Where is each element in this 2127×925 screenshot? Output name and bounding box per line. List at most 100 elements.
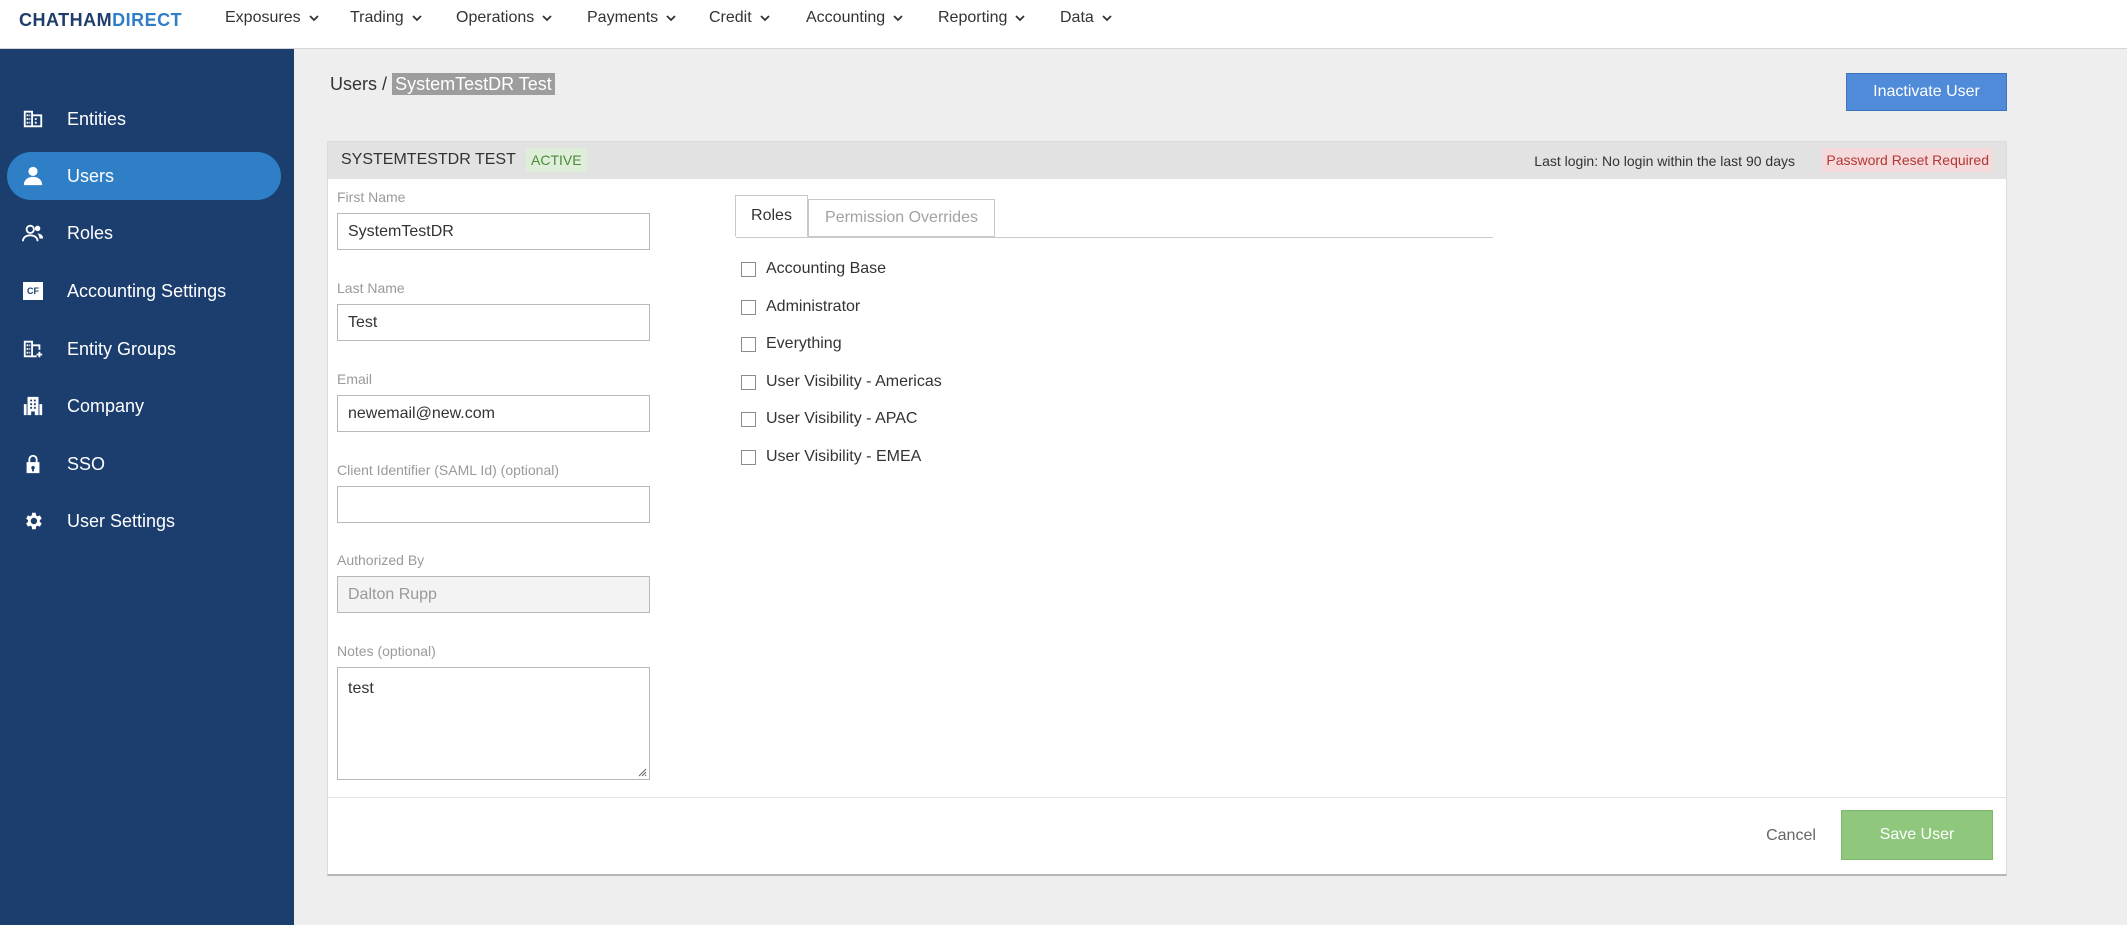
- first-name-label: First Name: [337, 189, 406, 205]
- sidebar-item-sso[interactable]: SSO: [7, 440, 281, 488]
- role-item-visibility-apac: User Visibility - APAC: [741, 410, 917, 428]
- save-user-button[interactable]: Save User: [1841, 810, 1993, 860]
- nav-credit-label: Credit: [709, 9, 752, 26]
- nav-credit[interactable]: Credit: [709, 9, 771, 27]
- nav-data-label: Data: [1060, 9, 1094, 26]
- last-login-text: Last login: No login within the last 90 …: [1534, 153, 1795, 169]
- nav-exposures[interactable]: Exposures: [225, 9, 320, 27]
- sidebar-item-label: User Settings: [67, 510, 176, 531]
- panel-header: SYSTEMTESTDR TEST ACTIVE Last login: No …: [328, 142, 2006, 179]
- brand-logo-part2: DIRECT: [112, 10, 183, 30]
- notes-label: Notes (optional): [337, 643, 436, 659]
- sidebar: Entities Users Roles CF Accounting Setti…: [0, 49, 294, 925]
- role-checkbox[interactable]: [741, 299, 756, 315]
- gear-icon: [21, 509, 45, 533]
- chevron-down-icon: [412, 15, 422, 22]
- lock-icon: [21, 452, 45, 476]
- people-icon: [21, 221, 45, 245]
- role-item-everything: Everything: [741, 335, 842, 353]
- cancel-button[interactable]: Cancel: [1746, 817, 1836, 855]
- sidebar-item-label: Company: [67, 395, 145, 416]
- resize-grip-icon[interactable]: [638, 768, 647, 777]
- nav-trading-label: Trading: [350, 9, 404, 26]
- brand-logo[interactable]: CHATHAMDIRECT: [19, 10, 182, 31]
- nav-accounting[interactable]: Accounting: [806, 9, 904, 27]
- panel-footer-divider: [328, 797, 2006, 798]
- user-title: SYSTEMTESTDR TEST: [341, 151, 516, 168]
- sidebar-item-label: Users: [67, 165, 115, 186]
- breadcrumb-users-link[interactable]: Users: [330, 74, 377, 94]
- notes-value: test: [348, 680, 374, 697]
- nav-accounting-label: Accounting: [806, 9, 886, 26]
- building-group-icon: [21, 337, 45, 361]
- status-badge: ACTIVE: [526, 148, 587, 172]
- sidebar-item-entity-groups[interactable]: Entity Groups: [7, 325, 281, 373]
- role-label: Administrator: [766, 298, 861, 315]
- sidebar-item-company[interactable]: Company: [7, 382, 281, 430]
- password-reset-badge: Password Reset Required: [1822, 148, 1993, 172]
- role-checkbox[interactable]: [741, 336, 756, 352]
- sidebar-item-label: SSO: [67, 453, 106, 474]
- authorized-by-input: Dalton Rupp: [337, 576, 650, 613]
- last-name-value: Test: [348, 313, 378, 331]
- sidebar-item-label: Roles: [67, 222, 114, 243]
- sidebar-item-roles[interactable]: Roles: [7, 209, 281, 257]
- tab-permission-overrides[interactable]: Permission Overrides: [808, 199, 995, 237]
- notes-textarea[interactable]: test: [337, 667, 650, 780]
- client-identifier-input[interactable]: [337, 486, 650, 523]
- first-name-input[interactable]: SystemTestDR: [337, 213, 650, 250]
- chevron-down-icon: [542, 15, 552, 22]
- cf-icon-text: CF: [23, 282, 43, 300]
- sidebar-item-entities[interactable]: Entities: [7, 95, 281, 143]
- first-name-value: SystemTestDR: [348, 222, 454, 240]
- last-name-input[interactable]: Test: [337, 304, 650, 341]
- sidebar-item-user-settings[interactable]: User Settings: [7, 497, 281, 545]
- role-checkbox[interactable]: [741, 449, 756, 465]
- nav-operations[interactable]: Operations: [456, 9, 553, 27]
- nav-trading[interactable]: Trading: [350, 9, 423, 27]
- nav-reporting-label: Reporting: [938, 9, 1008, 26]
- top-navbar: CHATHAMDIRECT Exposures Trading Operatio…: [0, 0, 2127, 49]
- nav-operations-label: Operations: [456, 9, 535, 26]
- nav-reporting[interactable]: Reporting: [938, 9, 1026, 27]
- authorized-by-label: Authorized By: [337, 552, 425, 568]
- sidebar-item-label: Entities: [67, 108, 127, 129]
- breadcrumb: Users / SystemTestDR Test: [330, 73, 555, 95]
- role-label: User Visibility - Americas: [766, 373, 942, 390]
- nav-payments-label: Payments: [587, 9, 659, 26]
- nav-payments[interactable]: Payments: [587, 9, 677, 27]
- user-edit-panel: SYSTEMTESTDR TEST ACTIVE Last login: No …: [327, 141, 2007, 876]
- last-name-label: Last Name: [337, 280, 405, 296]
- email-field[interactable]: newemail@new.com: [337, 395, 650, 432]
- sidebar-item-accounting-settings[interactable]: CF Accounting Settings: [7, 267, 281, 315]
- chevron-down-icon: [1102, 15, 1112, 22]
- email-label: Email: [337, 371, 373, 387]
- authorized-by-value: Dalton Rupp: [348, 585, 437, 603]
- role-label: User Visibility - APAC: [766, 410, 918, 427]
- sidebar-item-label: Accounting Settings: [67, 280, 227, 301]
- brand-logo-part1: CHATHAM: [19, 10, 113, 30]
- role-item-visibility-americas: User Visibility - Americas: [741, 373, 942, 391]
- sidebar-item-users[interactable]: Users: [7, 152, 281, 200]
- breadcrumb-separator: /: [382, 74, 388, 94]
- role-label: User Visibility - EMEA: [766, 448, 922, 465]
- role-item-visibility-emea: User Visibility - EMEA: [741, 448, 921, 466]
- role-checkbox[interactable]: [741, 261, 756, 277]
- nav-data[interactable]: Data: [1060, 9, 1113, 27]
- role-checkbox[interactable]: [741, 374, 756, 390]
- tabs-divider: [736, 237, 1493, 238]
- cf-icon: CF: [21, 279, 45, 303]
- chevron-down-icon: [308, 15, 319, 22]
- company-icon: [21, 394, 45, 418]
- inactivate-user-button[interactable]: Inactivate User: [1846, 73, 2007, 111]
- nav-exposures-label: Exposures: [225, 9, 301, 26]
- user-icon: [21, 164, 45, 188]
- chevron-down-icon: [760, 15, 770, 22]
- role-label: Everything: [766, 335, 842, 352]
- tab-roles[interactable]: Roles: [735, 195, 808, 237]
- role-checkbox[interactable]: [741, 411, 756, 427]
- breadcrumb-current: SystemTestDR Test: [392, 73, 555, 95]
- client-identifier-label: Client Identifier (SAML Id) (optional): [337, 462, 560, 478]
- building-icon: [21, 107, 45, 131]
- email-value: newemail@new.com: [348, 404, 495, 422]
